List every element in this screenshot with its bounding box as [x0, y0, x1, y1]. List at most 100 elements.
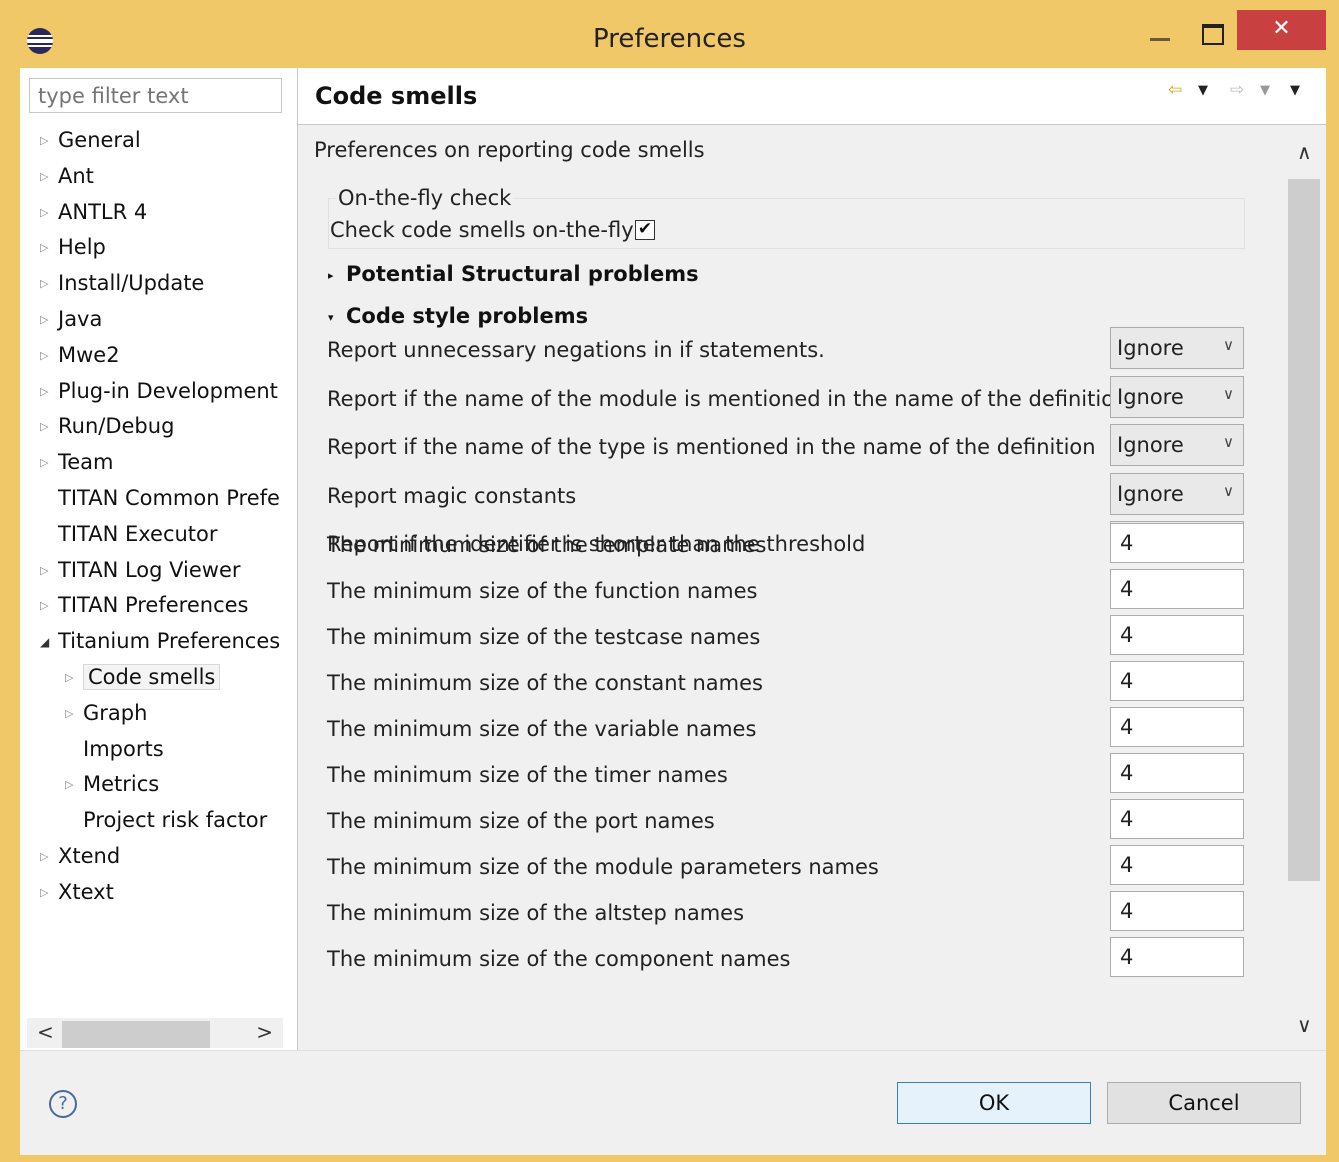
min-size-input[interactable]: 4 [1110, 569, 1244, 609]
title-bar[interactable]: Preferences ✕ [0, 0, 1339, 68]
scroll-left-icon[interactable]: < [37, 1020, 54, 1044]
severity-select-value: Ignore [1117, 385, 1184, 409]
tree-item-label: Metrics [83, 772, 160, 797]
tree-horizontal-scrollbar[interactable]: < > [27, 1018, 283, 1048]
back-menu-chevron-icon[interactable]: ▼ [1198, 83, 1208, 98]
tree-item-titan-log-viewer[interactable]: ▷ TITAN Log Viewer [40, 553, 241, 587]
tree-item-label: Run/Debug [58, 414, 175, 439]
size-row-label: The minimum size of the component names [327, 947, 791, 971]
scroll-down-icon[interactable]: ∨ [1297, 1013, 1312, 1037]
collapsed-node-icon[interactable]: ▷ [40, 160, 58, 194]
severity-select[interactable]: Ignore ∨ [1110, 376, 1244, 418]
page-header: Code smells ⇦ ▼ ⇨ ▼ ▼ [298, 68, 1326, 125]
tree-item-java[interactable]: ▷ Java [40, 302, 102, 336]
onthefly-group-legend: On-the-fly check [336, 186, 514, 210]
scroll-up-icon[interactable]: ∧ [1297, 140, 1312, 164]
tree-item-label: Xtext [58, 879, 114, 904]
tree-item-install-update[interactable]: ▷ Install/Update [40, 266, 204, 300]
min-size-input[interactable]: 4 [1110, 845, 1244, 885]
min-size-input[interactable]: 4 [1110, 707, 1244, 747]
scrollbar-thumb[interactable] [62, 1021, 210, 1048]
collapsed-node-icon[interactable]: ▷ [40, 339, 58, 373]
tree-item-plugin-development[interactable]: ▷ Plug-in Development [40, 374, 278, 408]
maximize-icon [1202, 24, 1224, 45]
tree-item-titan-preferences[interactable]: ▷ TITAN Preferences [40, 588, 248, 622]
collapsed-node-icon[interactable]: ▷ [40, 876, 58, 910]
tree-item-label: TITAN Common Prefe [58, 486, 280, 510]
min-size-input[interactable]: 4 [1110, 891, 1244, 931]
scrollbar-thumb[interactable] [1288, 179, 1320, 881]
cancel-button[interactable]: Cancel [1107, 1082, 1301, 1124]
onthefly-checkbox-label[interactable]: Check code smells on-the-fly [330, 218, 634, 242]
tree-item-xtext[interactable]: ▷ Xtext [40, 875, 114, 909]
onthefly-checkbox[interactable]: ✔ [635, 220, 655, 240]
severity-select[interactable]: Ignore ∨ [1110, 424, 1244, 466]
back-arrow-icon[interactable]: ⇦ [1168, 80, 1182, 100]
forward-arrow-icon[interactable]: ⇨ [1230, 80, 1244, 100]
tree-item-label: General [58, 128, 141, 152]
severity-select[interactable]: Ignore ∨ [1110, 327, 1244, 369]
tree-item-general[interactable]: ▷ General [40, 123, 141, 157]
collapsed-node-icon[interactable]: ▷ [40, 840, 58, 874]
tree-item-label: Help [58, 235, 106, 260]
expanded-arrow-icon[interactable]: ▾ [328, 311, 346, 324]
collapsed-node-icon[interactable]: ▷ [40, 554, 58, 588]
expanded-node-icon[interactable]: ◢ [40, 625, 58, 659]
collapsed-node-icon[interactable]: ▷ [40, 267, 58, 301]
collapsed-node-icon[interactable]: ▷ [65, 768, 83, 802]
size-row-label: The minimum size of the variable names [327, 717, 757, 741]
section-code-style-problems[interactable]: ▾ Code style problems [328, 304, 588, 328]
section-label: Potential Structural problems [346, 262, 699, 286]
tree-item-imports[interactable]: Imports [65, 732, 164, 766]
collapsed-node-icon[interactable]: ▷ [65, 697, 83, 731]
page-content: Preferences on reporting code smells On-… [298, 125, 1286, 1050]
tree-item-mwe2[interactable]: ▷ Mwe2 [40, 338, 120, 372]
collapsed-node-icon[interactable]: ▷ [40, 410, 58, 444]
tree-item-titan-common-prefe[interactable]: TITAN Common Prefe [40, 481, 280, 515]
tree-item-project-risk-factor[interactable]: Project risk factor [65, 803, 267, 837]
collapsed-node-icon[interactable]: ▷ [40, 124, 58, 158]
min-size-input[interactable]: 4 [1110, 753, 1244, 793]
maximize-button[interactable] [1190, 10, 1234, 50]
tree-item-team[interactable]: ▷ Team [40, 445, 114, 479]
minimize-button[interactable] [1138, 10, 1182, 50]
size-row-label: The minimum size of the altstep names [327, 901, 745, 925]
min-size-input[interactable]: 4 [1110, 937, 1244, 977]
tree-item-label: TITAN Log Viewer [58, 557, 241, 582]
collapsed-node-icon[interactable]: ▷ [40, 375, 58, 409]
combo-row-label: Report if the name of the module is ment… [327, 387, 1128, 411]
tree-item-titanium-preferences[interactable]: ◢ Titanium Preferences [40, 624, 280, 658]
tree-item-graph[interactable]: ▷ Graph [65, 696, 147, 730]
tree-item-titan-executor[interactable]: TITAN Executor [40, 517, 218, 551]
min-size-input[interactable]: 4 [1110, 615, 1244, 655]
view-menu-icon[interactable]: ▼ [1290, 83, 1300, 98]
tree-item-run-debug[interactable]: ▷ Run/Debug [40, 409, 174, 443]
severity-select[interactable]: Ignore ∨ [1110, 473, 1244, 515]
collapsed-node-icon[interactable]: ▷ [40, 589, 58, 623]
section-structural-problems[interactable]: ▸ Potential Structural problems [328, 262, 699, 286]
tree-item-label: TITAN Executor [58, 521, 218, 546]
min-size-input[interactable]: 4 [1110, 799, 1244, 839]
tree-item-ant[interactable]: ▷ Ant [40, 159, 94, 193]
tree-item-help[interactable]: ▷ Help [40, 230, 106, 264]
minimize-icon [1150, 38, 1170, 41]
scroll-right-icon[interactable]: > [256, 1020, 273, 1044]
collapsed-node-icon[interactable]: ▷ [40, 303, 58, 337]
tree-item-code-smells[interactable]: ▷ Code smells [65, 660, 221, 695]
collapsed-arrow-icon[interactable]: ▸ [328, 269, 346, 282]
tree-item-xtend[interactable]: ▷ Xtend [40, 839, 120, 873]
page-vertical-scrollbar[interactable]: ∧ ∨ [1286, 125, 1326, 1050]
collapsed-node-icon[interactable]: ▷ [65, 661, 83, 695]
collapsed-node-icon[interactable]: ▷ [40, 196, 58, 230]
collapsed-node-icon[interactable]: ▷ [40, 446, 58, 480]
filter-input[interactable] [29, 78, 282, 113]
close-button[interactable]: ✕ [1237, 10, 1326, 50]
tree-item-antlr-4[interactable]: ▷ ANTLR 4 [40, 195, 147, 229]
ok-button[interactable]: OK [897, 1082, 1091, 1124]
forward-menu-chevron-icon[interactable]: ▼ [1260, 83, 1270, 98]
tree-item-metrics[interactable]: ▷ Metrics [65, 767, 159, 801]
collapsed-node-icon[interactable]: ▷ [40, 231, 58, 265]
min-size-input[interactable]: 4 [1110, 523, 1244, 563]
help-icon[interactable]: ? [49, 1090, 77, 1118]
min-size-input[interactable]: 4 [1110, 661, 1244, 701]
